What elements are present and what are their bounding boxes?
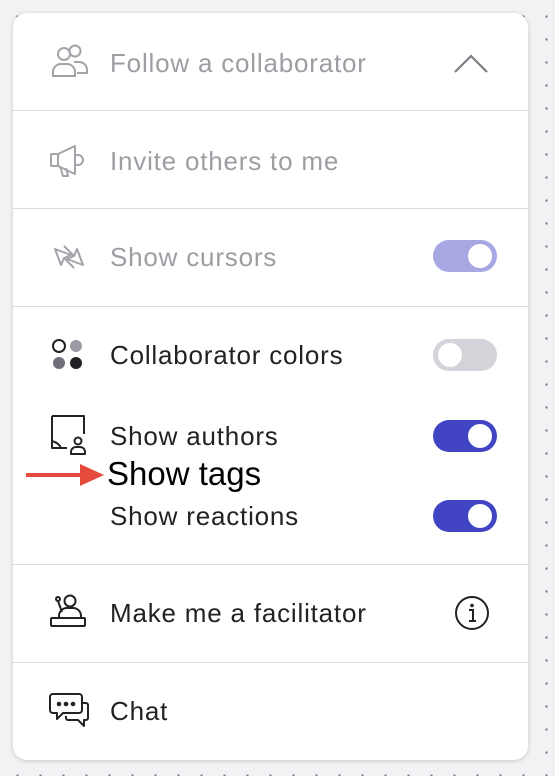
chat-row[interactable]: Chat [13,681,528,743]
divider [13,564,528,565]
chat-bubbles-icon [47,688,91,732]
show-reactions-label: Show reactions [110,501,299,531]
divider [13,110,528,111]
show-reactions-row[interactable]: Show reactions [13,485,528,547]
annotation-label: Show tags [107,455,262,492]
make-facilitator-label: Make me a facilitator [110,598,367,628]
chat-label: Chat [110,696,169,726]
arrow-right-icon [26,464,104,486]
info-icon[interactable] [454,595,490,631]
follow-collaborator-label: Follow a collaborator [110,48,367,78]
users-icon [47,40,91,84]
chevron-up-icon[interactable] [453,52,489,76]
show-cursors-label: Show cursors [110,242,278,272]
toggle-knob [468,424,492,448]
cursors-icon [47,235,91,279]
megaphone-icon [47,139,91,183]
collaborator-colors-label: Collaborator colors [110,340,344,370]
divider [13,208,528,209]
show-cursors-row[interactable]: Show cursors [13,227,528,289]
sticky-note-user-icon [47,411,91,455]
collaboration-menu: Follow a collaborator Invite others to m… [13,13,528,760]
toggle-knob [468,244,492,268]
invite-others-label: Invite others to me [110,146,340,176]
facilitator-icon [47,590,91,634]
toggle-knob [438,343,462,367]
dots-palette-icon [47,334,91,378]
follow-collaborator-row[interactable]: Follow a collaborator [13,32,528,94]
collaborator-colors-row[interactable]: Collaborator colors [13,325,528,387]
divider [13,662,528,663]
invite-others-row[interactable]: Invite others to me [13,129,528,191]
divider [13,306,528,307]
show-cursors-toggle[interactable] [433,240,497,272]
show-reactions-toggle[interactable] [433,500,497,532]
toggle-knob [468,504,492,528]
make-facilitator-row[interactable]: Make me a facilitator [13,583,528,645]
show-authors-row[interactable]: Show authors [13,405,528,467]
collaborator-colors-toggle[interactable] [433,339,497,371]
show-authors-label: Show authors [110,421,279,451]
show-authors-toggle[interactable] [433,420,497,452]
